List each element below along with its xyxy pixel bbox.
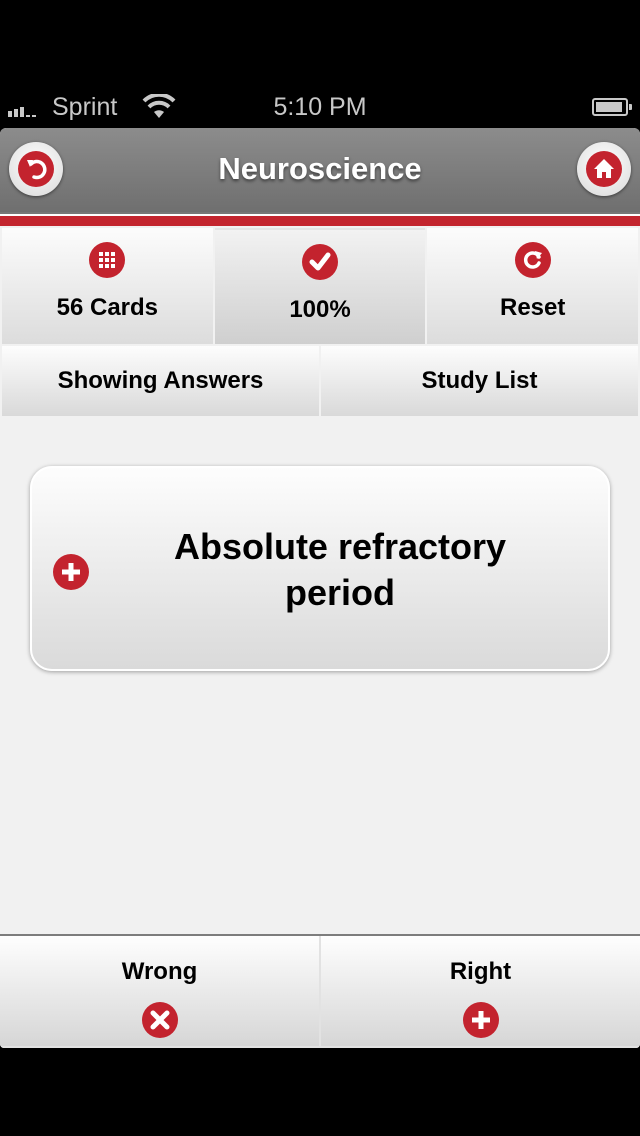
grid-icon (99, 252, 116, 268)
flashcard[interactable]: Absolute refractory period (30, 466, 610, 671)
reset-button[interactable]: Reset (427, 228, 639, 344)
home-button[interactable] (577, 142, 631, 196)
study-list-button[interactable]: Study List (321, 346, 638, 416)
right-button[interactable]: Right (321, 936, 640, 1046)
accent-bar (0, 214, 640, 226)
score-button[interactable]: 100% (214, 228, 426, 344)
right-label: Right (449, 958, 512, 985)
home-icon (594, 159, 614, 178)
reset-label: Reset (499, 294, 566, 321)
undo-arrow-icon (27, 159, 47, 180)
showing-answers-button[interactable]: Showing Answers (2, 346, 319, 416)
toolbar: 56 Cards 100% Reset (0, 228, 640, 344)
cards-count-label: 56 Cards (56, 294, 159, 321)
cards-count-button[interactable]: 56 Cards (2, 228, 213, 344)
nav-bar: Neuroscience (0, 128, 640, 212)
status-bar: Sprint 5:10 PM (0, 88, 640, 128)
battery-icon (592, 98, 632, 116)
answer-bar: Wrong Right (0, 934, 640, 1048)
wrong-button[interactable]: Wrong (0, 936, 319, 1046)
back-button[interactable] (9, 142, 63, 196)
wrong-label: Wrong (121, 958, 198, 985)
plus-icon (471, 1011, 490, 1029)
segment-bar: Showing Answers Study List (0, 346, 640, 418)
x-icon (150, 1010, 169, 1030)
plus-icon (62, 563, 80, 581)
app-window: Neuroscience 56 Cards 100% Reset Showing… (0, 128, 640, 1048)
page-title: Neuroscience (218, 151, 422, 186)
flashcard-term: Absolute refractory period (173, 526, 507, 613)
clock: 5:10 PM (273, 93, 367, 121)
add-to-study-list-button[interactable] (53, 554, 89, 590)
checkmark-icon (309, 252, 331, 271)
score-label: 100% (289, 296, 351, 323)
refresh-icon (523, 251, 542, 269)
